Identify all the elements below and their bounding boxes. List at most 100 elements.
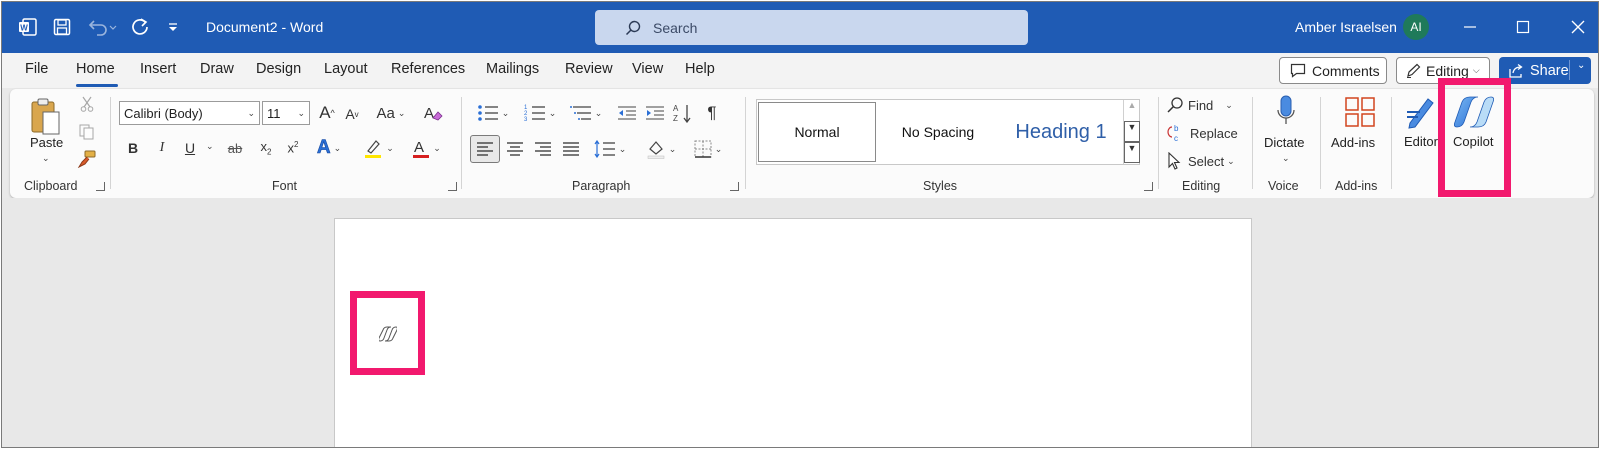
borders-icon[interactable]: ⌄ — [688, 137, 728, 161]
maximize-icon[interactable] — [1512, 16, 1534, 38]
font-size-select[interactable]: 11 ⌄ — [262, 101, 310, 125]
styles-group-label: Styles — [923, 179, 958, 193]
change-case-button[interactable]: Aa ⌄ — [372, 101, 410, 125]
user-name[interactable]: Amber Israelsen — [1295, 19, 1397, 35]
chevron-down-icon: ⌄ — [297, 107, 305, 118]
replace-icon: bc — [1167, 124, 1179, 142]
redo-icon[interactable] — [129, 15, 151, 39]
styles-more-icon[interactable]: ▼ — [1124, 142, 1140, 163]
copilot-inline-icon[interactable] — [378, 326, 398, 345]
paragraph-dialog-launcher-icon[interactable] — [730, 182, 739, 191]
comments-button[interactable]: Comments — [1279, 57, 1387, 84]
styles-dialog-launcher-icon[interactable] — [1144, 182, 1153, 191]
tab-review[interactable]: Review — [565, 61, 613, 77]
tab-references[interactable]: References — [391, 61, 465, 77]
cut-icon[interactable] — [78, 95, 96, 113]
font-color-icon[interactable]: A ⌄ — [406, 137, 446, 159]
voice-group-label: Voice — [1268, 179, 1299, 193]
underline-button[interactable]: U — [180, 137, 200, 159]
undo-icon[interactable] — [86, 15, 118, 39]
search-icon — [625, 20, 641, 35]
italic-button[interactable]: I — [152, 137, 172, 159]
share-dropdown-icon[interactable]: ⌄ — [1577, 60, 1585, 71]
shrink-font-icon[interactable]: Av — [342, 103, 362, 125]
minimize-icon[interactable] — [1459, 16, 1481, 38]
svg-text:b: b — [1174, 124, 1179, 133]
styles-scroll: ▲ ▼ ▼ — [1123, 100, 1140, 164]
microphone-icon[interactable] — [1274, 93, 1298, 131]
font-name-select[interactable]: Calibri (Body) ⌄ — [119, 101, 260, 125]
underline-chevron-down-icon[interactable]: ⌄ — [206, 141, 214, 152]
replace-button[interactable]: bc Replace — [1166, 123, 1256, 143]
dictate-chevron-down-icon[interactable]: ⌄ — [1282, 153, 1290, 164]
grow-font-icon[interactable]: A ^ — [316, 101, 338, 125]
dictate-label[interactable]: Dictate — [1264, 135, 1304, 150]
editor-icon[interactable] — [1406, 95, 1438, 129]
paste-icon[interactable] — [28, 95, 64, 137]
document-page[interactable] — [334, 218, 1252, 447]
paste-label[interactable]: Paste — [30, 135, 63, 150]
subscript-icon[interactable]: x2 — [256, 137, 276, 159]
editor-label[interactable]: Editor — [1404, 134, 1438, 149]
copilot-ribbon-highlight — [1438, 78, 1511, 197]
group-divider — [1158, 97, 1159, 189]
multilevel-list-icon[interactable]: ⌄ — [566, 101, 606, 125]
tab-mailings[interactable]: Mailings — [486, 61, 539, 77]
word-window: W Document2 - Word Search Amber Israelse… — [1, 1, 1599, 448]
search-box[interactable]: Search — [595, 10, 1028, 45]
document-title: Document2 - Word — [206, 19, 324, 35]
tab-view[interactable]: View — [632, 61, 663, 77]
styles-scroll-up-icon[interactable]: ▲ — [1124, 100, 1140, 121]
select-button[interactable]: Select ⌄ — [1166, 151, 1246, 171]
increase-indent-icon[interactable] — [644, 101, 666, 125]
line-spacing-icon[interactable]: ⌄ — [590, 137, 630, 161]
find-icon — [1167, 97, 1183, 113]
decrease-indent-icon[interactable] — [616, 101, 638, 125]
numbering-icon[interactable]: 1 2 3 ⌄ — [520, 101, 560, 125]
close-icon[interactable] — [1567, 16, 1589, 38]
clipboard-dialog-launcher-icon[interactable] — [96, 182, 105, 191]
find-label: Find — [1188, 97, 1214, 113]
avatar[interactable]: AI — [1403, 14, 1429, 40]
style-normal[interactable]: Normal — [758, 102, 876, 162]
align-left-icon[interactable] — [470, 135, 500, 163]
clear-formatting-icon[interactable]: A — [422, 101, 444, 125]
tab-help[interactable]: Help — [685, 61, 715, 77]
copy-icon[interactable] — [78, 123, 96, 141]
word-app-icon: W — [16, 15, 40, 39]
tab-draw[interactable]: Draw — [200, 61, 234, 77]
find-button[interactable]: Find ⌄ — [1166, 95, 1246, 115]
tab-insert[interactable]: Insert — [140, 61, 176, 77]
strikethrough-button[interactable]: ab — [223, 137, 247, 159]
superscript-icon[interactable]: x2 — [283, 137, 303, 159]
svg-text:A: A — [424, 105, 434, 122]
style-no-spacing[interactable]: No Spacing — [877, 102, 999, 162]
customize-toolbar-icon[interactable] — [165, 15, 181, 39]
align-center-icon[interactable] — [504, 137, 526, 161]
save-icon[interactable] — [51, 15, 73, 39]
tab-file[interactable]: File — [25, 61, 48, 77]
tab-layout[interactable]: Layout — [324, 61, 368, 77]
tab-home[interactable]: Home — [76, 61, 115, 77]
format-painter-icon[interactable] — [76, 149, 98, 169]
paste-chevron-down-icon[interactable]: ⌄ — [42, 153, 50, 164]
font-dialog-launcher-icon[interactable] — [448, 182, 457, 191]
justify-icon[interactable] — [560, 137, 582, 161]
sort-icon[interactable]: AZ — [672, 101, 694, 125]
menu-bar: File Home Insert Draw Design Layout Refe… — [2, 53, 1598, 88]
shading-icon[interactable]: ⌄ — [642, 137, 680, 161]
style-heading-1[interactable]: Heading 1 — [1000, 102, 1122, 162]
styles-scroll-down-icon[interactable]: ▼ — [1124, 121, 1140, 142]
share-button[interactable]: Share ⌄ — [1499, 57, 1591, 84]
comment-icon — [1290, 63, 1306, 78]
add-ins-button-label[interactable]: Add-ins — [1331, 135, 1375, 150]
show-formatting-marks-icon[interactable]: ¶ — [702, 101, 722, 125]
highlight-color-icon[interactable]: ⌄ — [358, 137, 398, 159]
bold-button[interactable]: B — [123, 137, 143, 159]
align-right-icon[interactable] — [532, 137, 554, 161]
bullets-icon[interactable]: ⌄ — [474, 101, 512, 125]
add-ins-icon[interactable] — [1345, 97, 1375, 127]
paragraph-group-label: Paragraph — [572, 179, 631, 193]
text-effects-icon[interactable]: A ⌄ — [310, 137, 348, 159]
tab-design[interactable]: Design — [256, 61, 301, 77]
